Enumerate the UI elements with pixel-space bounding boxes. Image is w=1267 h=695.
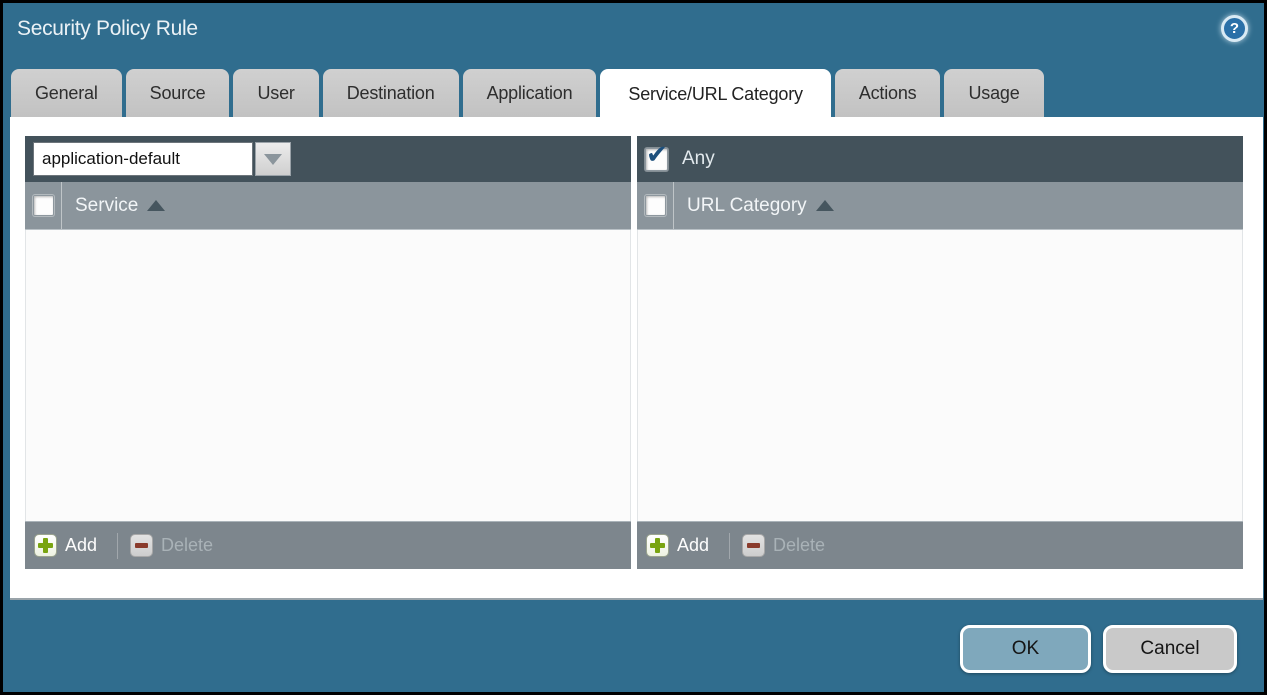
- tab-bar: General Source User Destination Applicat…: [11, 69, 1044, 117]
- tab-destination[interactable]: Destination: [323, 69, 459, 117]
- tab-usage[interactable]: Usage: [944, 69, 1043, 117]
- footer-divider: [117, 533, 118, 559]
- service-column-label-wrap[interactable]: Service: [62, 182, 165, 229]
- service-column-header: Service: [25, 182, 631, 230]
- sort-ascending-icon: [147, 200, 165, 211]
- question-mark-glyph: ?: [1230, 20, 1239, 37]
- url-category-column-label-wrap[interactable]: URL Category: [674, 182, 834, 229]
- url-category-column-label: URL Category: [687, 195, 807, 217]
- url-category-panel: ✔ Any URL Category Add: [637, 136, 1243, 569]
- service-panel: Service Add Delete: [25, 136, 631, 569]
- url-category-delete-button[interactable]: Delete: [742, 534, 825, 557]
- security-policy-rule-dialog: Security Policy Rule ? General Source Us…: [3, 3, 1264, 692]
- service-delete-button[interactable]: Delete: [130, 534, 213, 557]
- footer-divider: [729, 533, 730, 559]
- service-panel-footer: Add Delete: [25, 521, 631, 569]
- add-label: Add: [677, 535, 709, 556]
- url-category-select-all-checkbox[interactable]: [645, 195, 666, 216]
- url-category-add-button[interactable]: Add: [646, 534, 709, 557]
- delete-minus-icon: [742, 534, 765, 557]
- add-plus-icon: [646, 534, 669, 557]
- service-type-dropdown-button[interactable]: [255, 142, 291, 176]
- tab-service-url-category[interactable]: Service/URL Category: [600, 69, 830, 119]
- tab-source[interactable]: Source: [126, 69, 230, 117]
- delete-minus-icon: [130, 534, 153, 557]
- service-select-all-cell: [25, 182, 62, 229]
- service-select-all-checkbox[interactable]: [33, 195, 54, 216]
- service-panel-header: [25, 136, 631, 182]
- url-category-select-all-cell: [637, 182, 674, 229]
- cancel-button[interactable]: Cancel: [1103, 625, 1237, 673]
- delete-label: Delete: [773, 535, 825, 556]
- url-category-panel-footer: Add Delete: [637, 521, 1243, 569]
- service-add-button[interactable]: Add: [34, 534, 97, 557]
- tab-general[interactable]: General: [11, 69, 122, 117]
- url-category-column-header: URL Category: [637, 182, 1243, 230]
- url-category-list[interactable]: [637, 230, 1243, 521]
- check-icon: ✔: [646, 140, 668, 170]
- service-type-dropdown[interactable]: [33, 142, 253, 176]
- any-checkbox[interactable]: ✔: [645, 148, 668, 171]
- delete-label: Delete: [161, 535, 213, 556]
- service-column-label: Service: [75, 195, 138, 217]
- url-category-panel-header: ✔ Any: [637, 136, 1243, 182]
- dialog-title: Security Policy Rule: [17, 17, 198, 41]
- tab-content-area: Service Add Delete ✔: [10, 117, 1263, 600]
- tab-actions[interactable]: Actions: [835, 69, 941, 117]
- help-icon[interactable]: ?: [1221, 15, 1248, 42]
- tab-application[interactable]: Application: [463, 69, 597, 117]
- sort-ascending-icon: [816, 200, 834, 211]
- ok-button[interactable]: OK: [960, 625, 1091, 673]
- any-label: Any: [682, 148, 715, 170]
- add-plus-icon: [34, 534, 57, 557]
- chevron-down-icon: [264, 154, 282, 165]
- service-list[interactable]: [25, 230, 631, 521]
- add-label: Add: [65, 535, 97, 556]
- tab-user[interactable]: User: [233, 69, 318, 117]
